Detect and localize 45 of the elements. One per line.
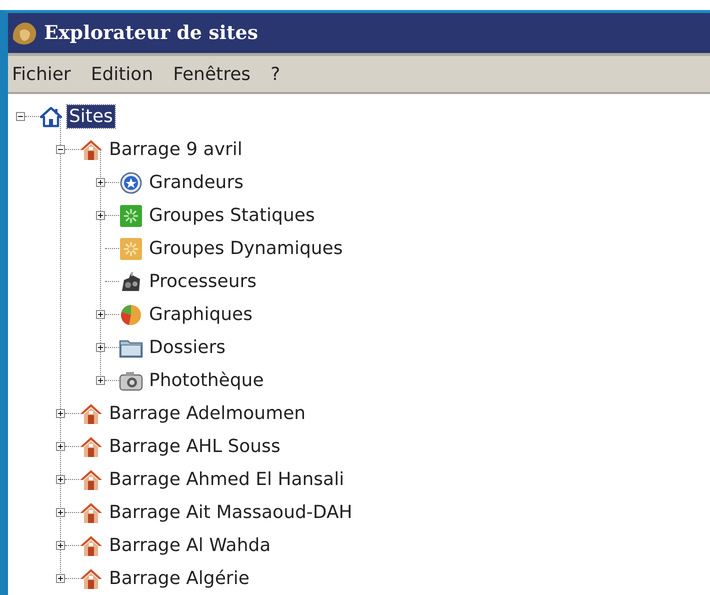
house-icon (79, 434, 103, 458)
tree-item[interactable]: Barrage Ait Massaoud-DAH (107, 501, 354, 524)
pie-chart-icon (119, 302, 143, 326)
menu-item[interactable]: ? (270, 64, 280, 84)
house-icon (79, 566, 103, 590)
tree-item[interactable]: Processeurs (147, 270, 259, 293)
sparkle-tile-icon (119, 236, 143, 260)
expand-icon[interactable] (56, 508, 65, 517)
tree-item[interactable]: Groupes Statiques (147, 204, 317, 227)
expand-icon[interactable] (96, 178, 105, 187)
expand-icon[interactable] (96, 211, 105, 220)
tree-item[interactable]: Graphiques (147, 303, 254, 326)
window-title: Explorateur de sites (44, 22, 258, 44)
house-icon (79, 138, 103, 162)
tree-item[interactable]: Barrage Adelmoumen (107, 402, 308, 425)
tree-item[interactable]: Photothèque (147, 369, 266, 392)
house-icon (79, 402, 103, 426)
expand-icon[interactable] (56, 409, 65, 418)
collapse-icon[interactable] (16, 112, 25, 121)
star-badge-icon (119, 170, 143, 194)
expand-icon[interactable] (56, 541, 65, 550)
menu-item[interactable]: Fichier (12, 64, 71, 84)
expand-icon[interactable] (96, 343, 105, 352)
menu-item[interactable]: Edition (90, 64, 154, 84)
collapse-icon[interactable] (56, 145, 65, 154)
tree-item[interactable]: Grandeurs (147, 171, 246, 194)
tree-item[interactable]: Sites (67, 105, 115, 128)
tree-item[interactable]: Dossiers (147, 336, 228, 359)
house-icon (39, 104, 63, 128)
tree-item[interactable]: Barrage Ahmed El Hansali (107, 468, 346, 491)
expand-icon[interactable] (96, 310, 105, 319)
house-icon (79, 468, 103, 492)
expand-icon[interactable] (96, 376, 105, 385)
house-icon (79, 500, 103, 524)
expand-icon[interactable] (56, 442, 65, 451)
sparkle-tile-icon (119, 204, 143, 228)
tree-item[interactable]: Barrage Al Wahda (107, 534, 273, 557)
expand-icon[interactable] (56, 475, 65, 484)
tree-item[interactable]: Groupes Dynamiques (147, 237, 345, 260)
tree-item[interactable]: Barrage Algérie (107, 567, 252, 590)
menu-item[interactable]: Fenêtres (173, 64, 251, 84)
tree-item[interactable]: Barrage 9 avril (107, 138, 244, 161)
expand-icon[interactable] (56, 574, 65, 583)
house-icon (79, 534, 103, 558)
tree-item[interactable]: Barrage AHL Souss (107, 435, 282, 458)
